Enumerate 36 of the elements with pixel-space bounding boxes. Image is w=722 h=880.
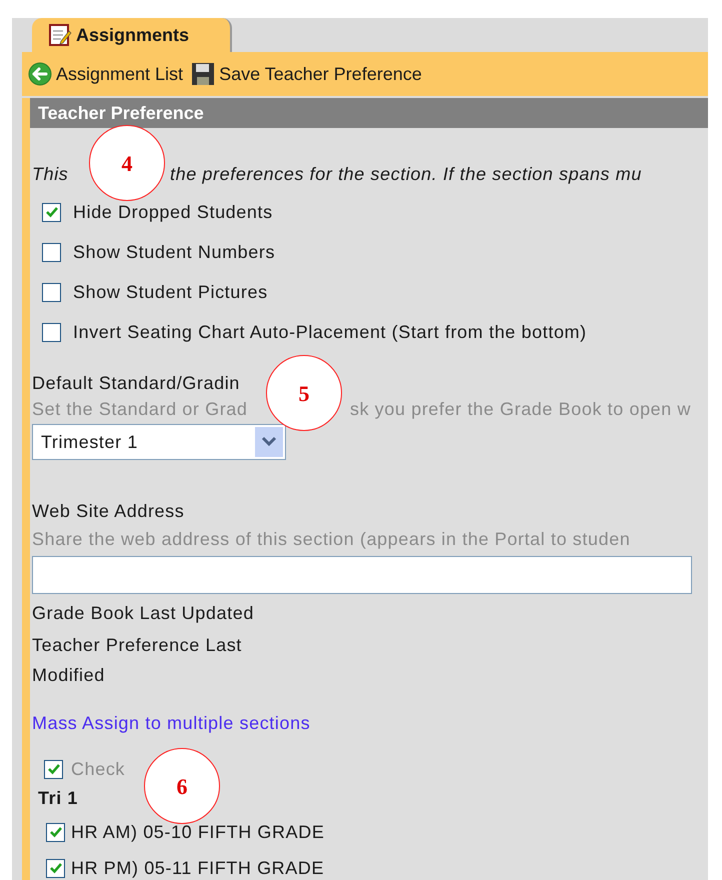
field-label: Web Site Address: [32, 500, 186, 523]
section-label: HR PM) 05-11 FIFTH GRADE: [71, 857, 324, 879]
grade-book-last-updated: Grade Book Last Updated: [32, 602, 255, 625]
option-label: Show Student Pictures: [73, 281, 268, 303]
save-button[interactable]: Save Teacher Preference: [191, 60, 422, 88]
hint-text: Share the web address of this section (appears in the Portal to studen: [32, 528, 632, 550]
section-label: HR AM) 05-10 FIFTH GRADE: [71, 821, 324, 843]
panel-header: Teacher Preference: [30, 98, 708, 128]
grading-task-select[interactable]: Trimester 1: [32, 424, 286, 460]
mass-assign-link[interactable]: Mass Assign to multiple sections: [32, 712, 310, 734]
assignments-tab[interactable]: Assignments: [32, 18, 232, 52]
option-label: Show Student Numbers: [73, 241, 276, 263]
chevron-down-icon: [255, 427, 283, 457]
checkbox[interactable]: [42, 282, 61, 302]
option-label: Hide Dropped Students: [73, 201, 273, 223]
web-address-field[interactable]: [32, 556, 692, 594]
hint-text: Set the Standard or Grad: [32, 399, 248, 419]
check-icon: [48, 825, 62, 839]
checkbox[interactable]: [46, 858, 65, 878]
back-button[interactable]: Assignment List: [28, 60, 184, 88]
checkbox[interactable]: [42, 322, 61, 342]
group-title: Tri 1: [38, 787, 78, 809]
check-icon: [48, 861, 62, 875]
checkbox[interactable]: [42, 242, 61, 262]
notepad-icon: [48, 23, 72, 47]
description-text: This: [32, 164, 68, 184]
teacher-preference-last-modified: Teacher Preference Last Modified: [32, 634, 243, 687]
check-icon: [44, 205, 58, 219]
check-icon: [46, 762, 60, 776]
checkbox[interactable]: [42, 202, 61, 222]
checkbox[interactable]: [46, 822, 65, 842]
check-all-label: Check: [71, 758, 126, 780]
hint-text: sk you prefer the Grade Book to open w: [350, 398, 691, 420]
description-text: the preferences for the section. If the section spans mu: [170, 163, 642, 185]
field-label: Default Standard/Gradin: [32, 373, 240, 393]
option-label: Invert Seating Chart Auto-Placement (Start from the bottom): [73, 321, 587, 343]
